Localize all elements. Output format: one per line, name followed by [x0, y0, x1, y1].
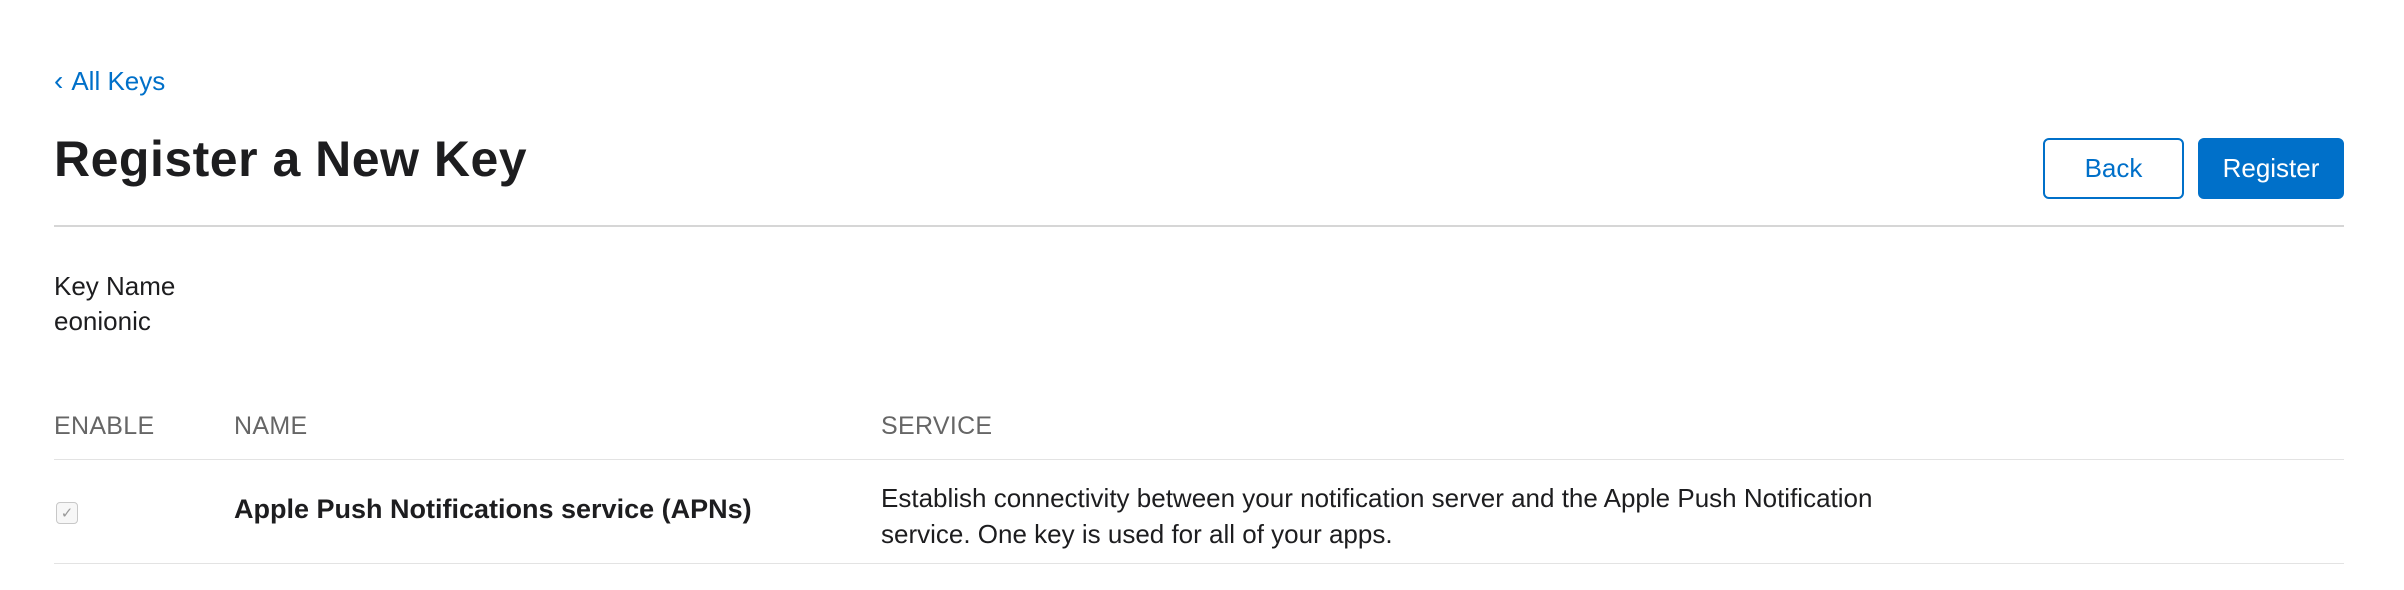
- column-header-service: SERVICE: [881, 412, 993, 440]
- apns-enable-checkbox[interactable]: ✓: [56, 502, 78, 524]
- back-button[interactable]: Back: [2043, 138, 2184, 199]
- table-row: ✓ Apple Push Notifications service (APNs…: [54, 460, 2344, 564]
- service-description: Establish connectivity between your noti…: [881, 483, 1873, 549]
- header-divider: [54, 225, 2344, 227]
- column-header-enable: ENABLE: [54, 412, 155, 440]
- service-name: Apple Push Notifications service (APNs): [234, 494, 752, 524]
- breadcrumb-label: All Keys: [71, 66, 166, 96]
- column-header-name: NAME: [234, 412, 308, 440]
- checkmark-icon: ✓: [60, 504, 74, 522]
- chevron-left-icon: ‹: [54, 64, 64, 96]
- key-name-value: eonionic: [54, 306, 151, 336]
- header-actions: Back Register: [2043, 138, 2344, 199]
- register-button[interactable]: Register: [2198, 138, 2344, 199]
- services-table: ENABLE NAME SERVICE ✓ Apple Push Notific…: [54, 408, 2344, 564]
- breadcrumb-all-keys-link[interactable]: ‹ All Keys: [54, 66, 165, 97]
- register-key-page: ‹ All Keys Register a New Key Back Regis…: [0, 0, 2404, 590]
- key-name-label: Key Name: [54, 271, 176, 301]
- page-title: Register a New Key: [54, 131, 528, 187]
- table-header: ENABLE NAME SERVICE: [54, 408, 2344, 460]
